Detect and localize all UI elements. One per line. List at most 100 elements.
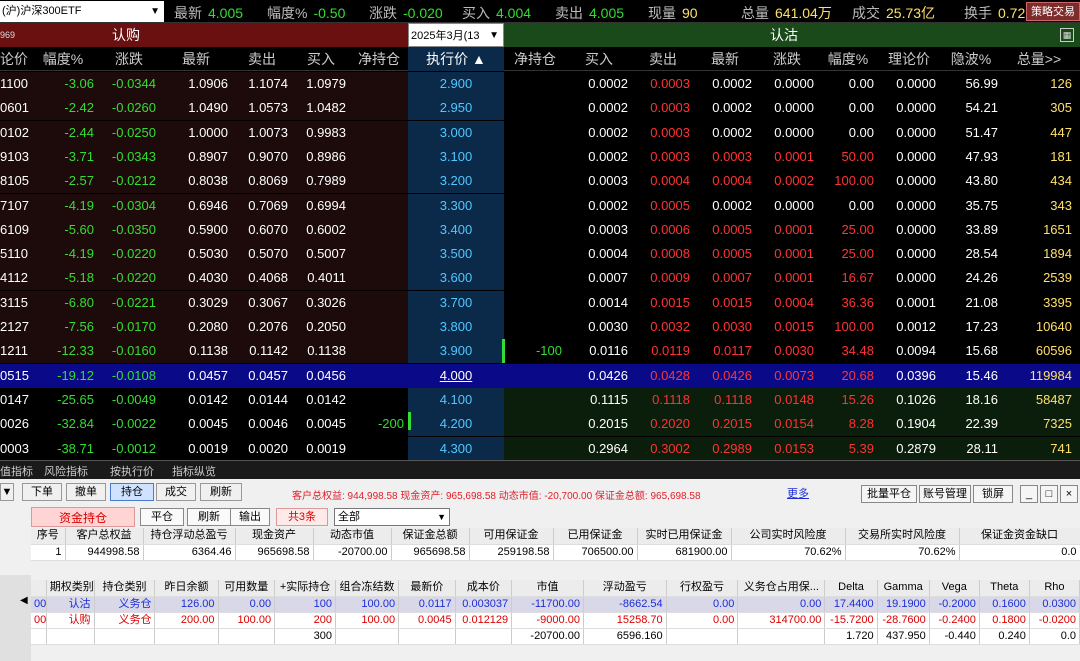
subbar-button[interactable]: 刷新 [187,508,231,526]
account-col-header[interactable]: 已用保证金 [553,528,638,545]
positions-col-header[interactable]: 组合冻结数 [335,580,400,597]
account-col-header[interactable]: 交易所实时风险度 [845,528,960,545]
window-control-icon[interactable]: × [1060,485,1078,503]
chain-row[interactable]: 0515 -19.12 -0.0108 0.0457 0.0457 0.0456 4.000… [0,363,1080,388]
positions-total-row[interactable]: 300 -20700.00 6596.160 1.720 437.950 -0.440 0.… [31,628,1080,645]
account-col-header[interactable]: 保证金资金缺口 [959,528,1080,545]
account-row[interactable]: 1 944998.58 6364.46 965698.58 -20700.00 96569… [31,544,1080,561]
strike-price[interactable]: 3.000 [408,121,504,145]
dropdown-icon[interactable]: ▼ [0,483,14,501]
calculator-icon[interactable]: ▦ [1060,28,1074,42]
filter-select[interactable]: 全部 ▼ [334,508,450,526]
symbol-select[interactable]: (沪)沪深300ETF ▼ [0,1,164,22]
chain-row[interactable]: 2127 -7.56 -0.0170 0.2080 0.2076 0.2050 3.800 0… [0,315,1080,339]
positions-col-header[interactable]: Gamma [877,580,930,597]
call-col-header[interactable]: 最新 [160,47,232,71]
strategy-trading-button[interactable]: 策略交易 [1026,2,1080,21]
positions-col-header[interactable]: Vega [929,580,980,597]
panel-action-button[interactable]: 批量平仓 [861,485,917,503]
subbar-button[interactable]: 平仓 [140,508,184,526]
call-col-header[interactable]: 卖出 [232,47,292,71]
more-link[interactable]: 更多 [787,485,809,501]
account-col-header[interactable]: 现金资产 [235,528,314,545]
positions-col-header[interactable]: +实际持仓 [274,580,336,597]
strike-price[interactable]: 3.400 [408,218,504,242]
scroll-left-icon[interactable]: ◀ [20,595,28,606]
positions-col-header[interactable]: 成本价 [455,580,513,597]
toolbar-button[interactable]: 刷新 [200,483,242,501]
chain-row[interactable]: 0003 -38.71 -0.0012 0.0019 0.0020 0.0019 4.300… [0,436,1080,461]
call-col-header[interactable]: 买入 [292,47,350,71]
expiry-month-select[interactable]: 2025年3月(13 ▼ [408,23,504,47]
panel-action-button[interactable]: 锁屏 [973,485,1013,503]
strike-price[interactable]: 4.300 [408,437,504,461]
subbar-button[interactable]: 输出 [230,508,270,526]
toolbar-button[interactable]: 撤单 [66,483,106,501]
put-col-header[interactable]: 涨跌 [756,47,818,71]
positions-col-header[interactable]: Rho [1029,580,1080,597]
strike-price[interactable]: 3.900 [408,339,504,363]
panel-action-button[interactable]: 账号管理 [919,485,971,503]
strike-price[interactable]: 3.700 [408,291,504,315]
call-col-header[interactable]: 论价 [0,47,28,71]
strike-price[interactable]: 3.200 [408,169,504,193]
put-col-header[interactable]: 理论价 [878,47,940,71]
strike-price[interactable]: 3.600 [408,266,504,290]
chain-row[interactable]: 9103 -3.71 -0.0343 0.8907 0.9070 0.8986 3.100 0… [0,144,1080,169]
positions-col-header[interactable]: 行权盈亏 [666,580,739,597]
positions-col-header[interactable]: 浮动盈亏 [583,580,667,597]
chain-row[interactable]: 7107 -4.19 -0.0304 0.6946 0.7069 0.6994 3.300 0… [0,193,1080,218]
chain-row[interactable]: 1211 -12.33 -0.0160 0.1138 0.1142 0.1138 3.900… [0,339,1080,364]
chain-row[interactable]: 0102 -2.44 -0.0250 1.0000 1.0073 0.9983 3.000 0… [0,120,1080,145]
put-col-header[interactable]: 幅度% [818,47,878,71]
account-col-header[interactable]: 公司实时风险度 [731,528,846,545]
call-col-header[interactable]: 幅度% [28,47,98,71]
positions-col-header[interactable]: Delta [824,580,878,597]
chain-row[interactable]: 0026 -32.84 -0.0022 0.0045 0.0046 0.0045 -200 4… [0,412,1080,437]
put-col-header[interactable]: 总量>> [1002,47,1076,71]
strike-price[interactable]: 3.300 [408,194,504,218]
account-col-header[interactable]: 序号 [31,528,66,545]
positions-col-header[interactable]: Theta [979,580,1030,597]
account-col-header[interactable]: 持仓浮动总盈亏 [143,528,236,545]
strike-price[interactable]: 4.100 [408,388,504,412]
strike-price[interactable]: 3.500 [408,242,504,266]
positions-col-header[interactable]: 持仓类别 [94,580,156,597]
window-control-icon[interactable]: _ [1020,485,1038,503]
indicator-tab[interactable]: 指标纵览 [172,463,216,479]
positions-col-header[interactable]: 市值 [511,580,584,597]
chain-row[interactable]: 5110 -4.19 -0.0220 0.5030 0.5070 0.5007 3.500 0… [0,242,1080,267]
account-col-header[interactable]: 保证金总额 [391,528,470,545]
position-row[interactable]: 00 认沽 义务仓 126.00 0.00 100 100.00 0.0117 0.003037… [31,596,1080,613]
put-col-header[interactable]: 买入 [566,47,632,71]
positions-col-header[interactable]: 期权类别 [46,580,95,597]
strike-price[interactable]: 4.200 [408,412,504,436]
strike-price[interactable]: 4.000 [408,364,504,388]
call-col-header[interactable]: 涨跌 [98,47,160,71]
strike-price[interactable]: 2.900 [408,72,504,96]
put-col-header[interactable]: 净持仓 [504,47,566,71]
strike-col-header[interactable]: 执行价 ▲ [408,47,504,71]
positions-col-header[interactable]: 可用数量 [218,580,276,597]
chain-row[interactable]: 0147 -25.65 -0.0049 0.0142 0.0144 0.0142 4.100… [0,387,1080,412]
toolbar-button[interactable]: 持仓 [110,483,154,501]
positions-col-header[interactable]: 昨日余额 [154,580,219,597]
chain-row[interactable]: 8105 -2.57 -0.0212 0.8038 0.8069 0.7989 3.200 0… [0,169,1080,194]
strike-price[interactable]: 3.100 [408,145,504,169]
indicator-tab[interactable]: 按执行价 [110,463,154,479]
account-col-header[interactable]: 实时已用保证金 [637,528,732,545]
account-col-header[interactable]: 客户总权益 [65,528,144,545]
chain-row[interactable]: 4112 -5.18 -0.0220 0.4030 0.4068 0.4011 3.600 0… [0,266,1080,291]
positions-col-header[interactable]: 最新价 [398,580,456,597]
account-col-header[interactable]: 可用保证金 [469,528,554,545]
chain-row[interactable]: 0601 -2.42 -0.0260 1.0490 1.0573 1.0482 2.950 0… [0,96,1080,121]
put-col-header[interactable]: 最新 [694,47,756,71]
indicator-tab[interactable]: 值指标 [0,463,33,479]
positions-col-header[interactable]: 义务仓占用保... [737,580,826,597]
put-col-header[interactable]: 隐波% [940,47,1002,71]
window-control-icon[interactable]: □ [1040,485,1058,503]
strike-price[interactable]: 2.950 [408,96,504,120]
fund-position-tab[interactable]: 资金持仓 [31,507,135,527]
toolbar-button[interactable]: 下单 [22,483,62,501]
chain-row[interactable]: 6109 -5.60 -0.0350 0.5900 0.6070 0.6002 3.400 0… [0,217,1080,242]
